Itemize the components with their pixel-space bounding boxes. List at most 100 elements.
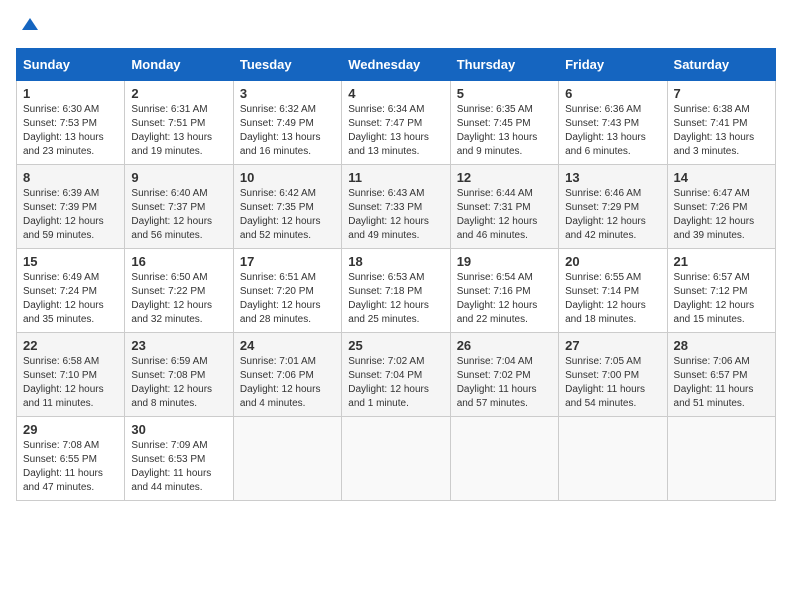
day-number: 16 [131, 254, 226, 269]
calendar-week-2: 8 Sunrise: 6:39 AM Sunset: 7:39 PM Dayli… [17, 165, 776, 249]
calendar-cell: 23 Sunrise: 6:59 AM Sunset: 7:08 PM Dayl… [125, 333, 233, 417]
calendar-cell: 25 Sunrise: 7:02 AM Sunset: 7:04 PM Dayl… [342, 333, 450, 417]
calendar-cell: 14 Sunrise: 6:47 AM Sunset: 7:26 PM Dayl… [667, 165, 775, 249]
calendar-cell: 21 Sunrise: 6:57 AM Sunset: 7:12 PM Dayl… [667, 249, 775, 333]
day-number: 9 [131, 170, 226, 185]
day-number: 23 [131, 338, 226, 353]
day-info: Sunrise: 7:02 AM Sunset: 7:04 PM Dayligh… [348, 355, 443, 411]
calendar-cell: 20 Sunrise: 6:55 AM Sunset: 7:14 PM Dayl… [559, 249, 667, 333]
calendar-cell: 24 Sunrise: 7:01 AM Sunset: 7:06 PM Dayl… [233, 333, 341, 417]
day-number: 6 [565, 86, 660, 101]
day-info: Sunrise: 7:01 AM Sunset: 7:06 PM Dayligh… [240, 355, 335, 411]
day-info: Sunrise: 6:49 AM Sunset: 7:24 PM Dayligh… [23, 271, 118, 327]
day-info: Sunrise: 6:40 AM Sunset: 7:37 PM Dayligh… [131, 187, 226, 243]
calendar-header-row: SundayMondayTuesdayWednesdayThursdayFrid… [17, 49, 776, 81]
calendar-week-5: 29 Sunrise: 7:08 AM Sunset: 6:55 PM Dayl… [17, 417, 776, 501]
calendar-cell [559, 417, 667, 501]
day-header-tuesday: Tuesday [233, 49, 341, 81]
day-info: Sunrise: 6:35 AM Sunset: 7:45 PM Dayligh… [457, 103, 552, 159]
page-header [16, 16, 776, 36]
day-info: Sunrise: 6:58 AM Sunset: 7:10 PM Dayligh… [23, 355, 118, 411]
calendar-cell: 9 Sunrise: 6:40 AM Sunset: 7:37 PM Dayli… [125, 165, 233, 249]
calendar-cell: 16 Sunrise: 6:50 AM Sunset: 7:22 PM Dayl… [125, 249, 233, 333]
calendar-cell: 6 Sunrise: 6:36 AM Sunset: 7:43 PM Dayli… [559, 81, 667, 165]
day-number: 24 [240, 338, 335, 353]
day-header-sunday: Sunday [17, 49, 125, 81]
calendar-table: SundayMondayTuesdayWednesdayThursdayFrid… [16, 48, 776, 501]
day-info: Sunrise: 6:47 AM Sunset: 7:26 PM Dayligh… [674, 187, 769, 243]
day-info: Sunrise: 6:50 AM Sunset: 7:22 PM Dayligh… [131, 271, 226, 327]
day-header-wednesday: Wednesday [342, 49, 450, 81]
day-number: 18 [348, 254, 443, 269]
day-header-saturday: Saturday [667, 49, 775, 81]
day-info: Sunrise: 6:30 AM Sunset: 7:53 PM Dayligh… [23, 103, 118, 159]
calendar-cell: 28 Sunrise: 7:06 AM Sunset: 6:57 PM Dayl… [667, 333, 775, 417]
day-number: 15 [23, 254, 118, 269]
calendar-cell: 12 Sunrise: 6:44 AM Sunset: 7:31 PM Dayl… [450, 165, 558, 249]
calendar-cell: 27 Sunrise: 7:05 AM Sunset: 7:00 PM Dayl… [559, 333, 667, 417]
calendar-cell: 3 Sunrise: 6:32 AM Sunset: 7:49 PM Dayli… [233, 81, 341, 165]
day-info: Sunrise: 6:55 AM Sunset: 7:14 PM Dayligh… [565, 271, 660, 327]
day-info: Sunrise: 7:08 AM Sunset: 6:55 PM Dayligh… [23, 439, 118, 495]
day-info: Sunrise: 6:51 AM Sunset: 7:20 PM Dayligh… [240, 271, 335, 327]
day-info: Sunrise: 6:42 AM Sunset: 7:35 PM Dayligh… [240, 187, 335, 243]
day-number: 22 [23, 338, 118, 353]
logo [16, 16, 40, 36]
day-number: 5 [457, 86, 552, 101]
calendar-cell [450, 417, 558, 501]
day-number: 28 [674, 338, 769, 353]
calendar-cell: 1 Sunrise: 6:30 AM Sunset: 7:53 PM Dayli… [17, 81, 125, 165]
calendar-cell: 26 Sunrise: 7:04 AM Sunset: 7:02 PM Dayl… [450, 333, 558, 417]
day-info: Sunrise: 6:38 AM Sunset: 7:41 PM Dayligh… [674, 103, 769, 159]
day-number: 3 [240, 86, 335, 101]
day-header-friday: Friday [559, 49, 667, 81]
day-info: Sunrise: 6:31 AM Sunset: 7:51 PM Dayligh… [131, 103, 226, 159]
calendar-week-1: 1 Sunrise: 6:30 AM Sunset: 7:53 PM Dayli… [17, 81, 776, 165]
calendar-week-3: 15 Sunrise: 6:49 AM Sunset: 7:24 PM Dayl… [17, 249, 776, 333]
day-info: Sunrise: 6:59 AM Sunset: 7:08 PM Dayligh… [131, 355, 226, 411]
day-number: 13 [565, 170, 660, 185]
day-number: 29 [23, 422, 118, 437]
calendar-cell: 29 Sunrise: 7:08 AM Sunset: 6:55 PM Dayl… [17, 417, 125, 501]
calendar-cell: 18 Sunrise: 6:53 AM Sunset: 7:18 PM Dayl… [342, 249, 450, 333]
day-header-monday: Monday [125, 49, 233, 81]
day-number: 10 [240, 170, 335, 185]
calendar-cell: 22 Sunrise: 6:58 AM Sunset: 7:10 PM Dayl… [17, 333, 125, 417]
calendar-cell: 15 Sunrise: 6:49 AM Sunset: 7:24 PM Dayl… [17, 249, 125, 333]
day-info: Sunrise: 6:44 AM Sunset: 7:31 PM Dayligh… [457, 187, 552, 243]
calendar-cell: 30 Sunrise: 7:09 AM Sunset: 6:53 PM Dayl… [125, 417, 233, 501]
day-info: Sunrise: 7:06 AM Sunset: 6:57 PM Dayligh… [674, 355, 769, 411]
calendar-cell: 10 Sunrise: 6:42 AM Sunset: 7:35 PM Dayl… [233, 165, 341, 249]
calendar-cell: 8 Sunrise: 6:39 AM Sunset: 7:39 PM Dayli… [17, 165, 125, 249]
calendar-cell: 7 Sunrise: 6:38 AM Sunset: 7:41 PM Dayli… [667, 81, 775, 165]
calendar-cell [233, 417, 341, 501]
day-number: 27 [565, 338, 660, 353]
calendar-cell: 2 Sunrise: 6:31 AM Sunset: 7:51 PM Dayli… [125, 81, 233, 165]
day-number: 26 [457, 338, 552, 353]
calendar-cell: 4 Sunrise: 6:34 AM Sunset: 7:47 PM Dayli… [342, 81, 450, 165]
day-info: Sunrise: 6:43 AM Sunset: 7:33 PM Dayligh… [348, 187, 443, 243]
day-info: Sunrise: 6:46 AM Sunset: 7:29 PM Dayligh… [565, 187, 660, 243]
day-number: 11 [348, 170, 443, 185]
day-info: Sunrise: 6:32 AM Sunset: 7:49 PM Dayligh… [240, 103, 335, 159]
day-info: Sunrise: 6:36 AM Sunset: 7:43 PM Dayligh… [565, 103, 660, 159]
day-info: Sunrise: 6:57 AM Sunset: 7:12 PM Dayligh… [674, 271, 769, 327]
day-number: 21 [674, 254, 769, 269]
day-number: 12 [457, 170, 552, 185]
calendar-cell: 11 Sunrise: 6:43 AM Sunset: 7:33 PM Dayl… [342, 165, 450, 249]
day-info: Sunrise: 6:34 AM Sunset: 7:47 PM Dayligh… [348, 103, 443, 159]
calendar-cell [667, 417, 775, 501]
day-number: 8 [23, 170, 118, 185]
day-info: Sunrise: 7:04 AM Sunset: 7:02 PM Dayligh… [457, 355, 552, 411]
calendar-cell: 17 Sunrise: 6:51 AM Sunset: 7:20 PM Dayl… [233, 249, 341, 333]
day-number: 30 [131, 422, 226, 437]
day-number: 2 [131, 86, 226, 101]
day-number: 17 [240, 254, 335, 269]
calendar-week-4: 22 Sunrise: 6:58 AM Sunset: 7:10 PM Dayl… [17, 333, 776, 417]
calendar-cell: 5 Sunrise: 6:35 AM Sunset: 7:45 PM Dayli… [450, 81, 558, 165]
calendar-cell: 13 Sunrise: 6:46 AM Sunset: 7:29 PM Dayl… [559, 165, 667, 249]
day-info: Sunrise: 6:39 AM Sunset: 7:39 PM Dayligh… [23, 187, 118, 243]
logo-icon [20, 16, 40, 36]
calendar-cell [342, 417, 450, 501]
day-info: Sunrise: 7:09 AM Sunset: 6:53 PM Dayligh… [131, 439, 226, 495]
